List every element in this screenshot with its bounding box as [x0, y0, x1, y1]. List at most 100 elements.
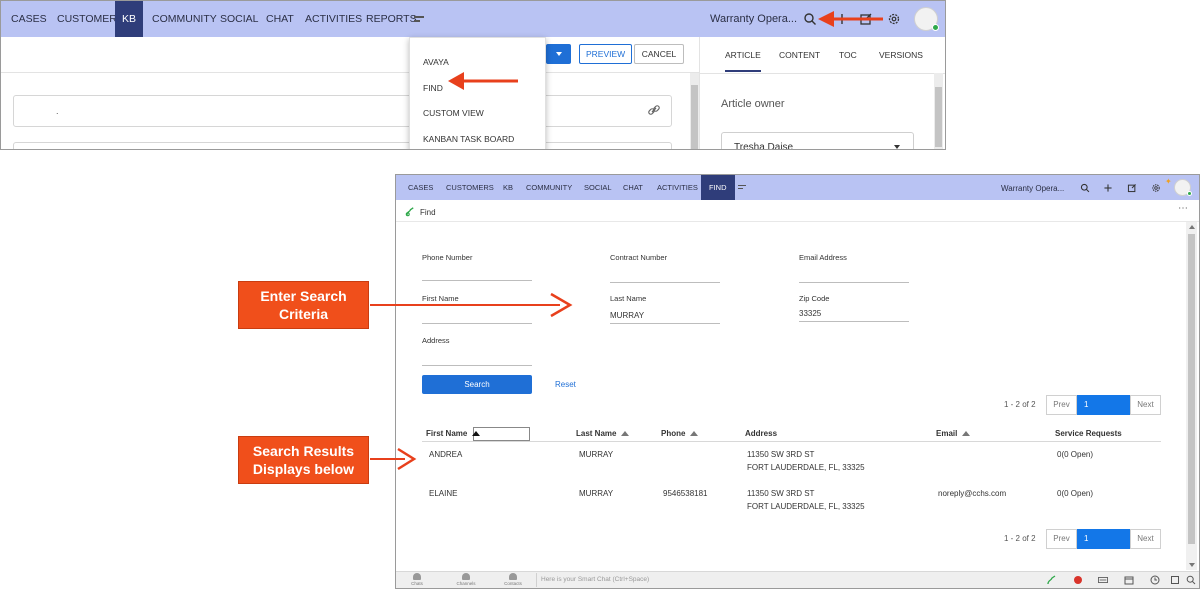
current-page[interactable]: 1 [1077, 529, 1130, 549]
tab-article[interactable]: ARTICLE [725, 50, 761, 72]
prev-page-button[interactable]: Prev [1046, 395, 1077, 415]
prev-page-button[interactable]: Prev [1046, 529, 1077, 549]
nav-tab-community[interactable]: COMMUNITY [521, 175, 577, 200]
callout-line: Displays below [252, 461, 355, 477]
record-icon[interactable] [1073, 575, 1083, 585]
zip-code-input[interactable]: 33325 [799, 308, 909, 322]
nav-tab-kb[interactable]: KB [115, 1, 144, 37]
contract-number-input[interactable] [610, 269, 720, 283]
avatar[interactable] [914, 7, 939, 31]
external-link-icon[interactable] [1127, 183, 1137, 193]
article-title-field[interactable]: . [13, 95, 672, 127]
menu-item-find[interactable]: FIND [423, 83, 443, 93]
tab-toc[interactable]: TOC [839, 50, 857, 60]
channels-button[interactable]: Channels [453, 573, 479, 586]
nav-tab-kb[interactable]: KB [498, 175, 518, 200]
sort-icon[interactable] [690, 431, 699, 437]
article-owner-label: Article owner [721, 98, 785, 110]
find-icon[interactable] [1047, 575, 1057, 585]
add-icon[interactable] [1103, 183, 1113, 193]
sort-icon[interactable] [962, 431, 971, 437]
search-icon[interactable] [1080, 183, 1090, 193]
current-page[interactable]: 1 [1077, 395, 1130, 415]
article-owner-select[interactable]: Tresha Daise [721, 132, 914, 149]
find-page-screenshot: CASES CUSTOMERS KB COMMUNITY SOCIAL CHAT… [395, 174, 1200, 589]
first-name-input[interactable] [422, 310, 532, 324]
col-header-email[interactable]: Email [936, 429, 971, 438]
last-name-input[interactable]: MURRAY [610, 310, 720, 324]
sort-asc-icon[interactable] [472, 431, 481, 437]
nav-tab-social[interactable]: SOCIAL [213, 1, 266, 37]
cell-service-requests: 0(0 Open) [1057, 489, 1094, 498]
link-icon[interactable] [647, 103, 661, 117]
search-icon[interactable] [803, 12, 817, 26]
result-count: 1 - 2 of 2 [1004, 400, 1036, 409]
cell-address-line2: FORT LAUDERDALE, FL, 33325 [747, 463, 865, 472]
page-title: Find [420, 208, 436, 217]
address-input[interactable] [422, 352, 532, 366]
side-panel-scrollbar[interactable] [934, 73, 943, 149]
col-header-first-name[interactable]: First Name [426, 429, 481, 438]
add-icon[interactable] [835, 12, 849, 26]
nav-tab-find[interactable]: FIND [701, 175, 735, 200]
workspace-selector[interactable]: Warranty Opera... [710, 13, 797, 25]
cell-last-name: MURRAY [579, 450, 614, 459]
nav-tab-chat[interactable]: CHAT [259, 1, 301, 37]
tab-content[interactable]: CONTENT [779, 50, 820, 60]
page-scrollbar[interactable] [1186, 222, 1197, 570]
contacts-icon [509, 573, 517, 580]
nav-tab-cases[interactable]: CASES [4, 1, 54, 37]
sort-icon[interactable] [621, 431, 630, 437]
scroll-up-icon[interactable] [1189, 225, 1195, 229]
editor-scrollbar[interactable] [690, 73, 699, 149]
calendar-icon[interactable] [1124, 575, 1134, 585]
save-dropdown-button[interactable] [546, 44, 571, 64]
workspace-selector[interactable]: Warranty Opera... [1001, 184, 1064, 193]
nav-tab-community[interactable]: COMMUNITY [145, 1, 224, 37]
reset-link[interactable]: Reset [555, 380, 576, 389]
keyboard-icon[interactable] [1098, 575, 1108, 585]
kb-editor-screenshot: CASES CUSTOMERS KB COMMUNITY SOCIAL CHAT… [0, 0, 946, 150]
zip-code-label: Zip Code [799, 294, 830, 303]
next-page-button[interactable]: Next [1130, 395, 1161, 415]
menu-item-custom-view[interactable]: CUSTOM VIEW [423, 108, 484, 118]
article-body-field[interactable] [13, 142, 672, 149]
contacts-button[interactable]: Contacts [500, 573, 526, 586]
next-page-button[interactable]: Next [1130, 529, 1161, 549]
menu-item-avaya[interactable]: AVAYA [423, 57, 449, 67]
search-button[interactable]: Search [422, 375, 532, 394]
nav-tab-customers[interactable]: CUSTOMERS [441, 175, 499, 200]
cell-address-line1: 11350 SW 3RD ST [747, 450, 815, 459]
avatar[interactable] [1174, 179, 1192, 196]
nav-tab-activities[interactable]: ACTIVITIES [652, 175, 703, 200]
cancel-button[interactable]: CANCEL [634, 44, 684, 64]
tab-versions[interactable]: VERSIONS [879, 50, 923, 60]
nav-tab-cases[interactable]: CASES [403, 175, 438, 200]
scroll-down-icon[interactable] [1189, 563, 1195, 567]
notes-icon[interactable] [1170, 575, 1180, 585]
gear-icon[interactable] [1151, 183, 1161, 193]
online-status-dot [932, 24, 939, 31]
external-link-icon[interactable] [859, 12, 873, 26]
nav-tab-social[interactable]: SOCIAL [579, 175, 617, 200]
col-header-service-requests: Service Requests [1055, 429, 1122, 438]
phone-number-input[interactable] [422, 267, 532, 281]
nav-tab-chat[interactable]: CHAT [618, 175, 648, 200]
more-options-icon[interactable]: ⋯ [1178, 203, 1189, 214]
more-menu-icon[interactable] [414, 11, 428, 27]
menu-item-kanban-task-board[interactable]: KANBAN TASK BOARD [423, 134, 514, 144]
col-header-phone[interactable]: Phone [661, 429, 699, 438]
editor-toolbar: PREVIEW CANCEL [1, 37, 699, 73]
email-address-input[interactable] [799, 269, 909, 283]
smart-chat-input[interactable]: Here is your Smart Chat (Ctrl+Space) [536, 573, 1041, 587]
scrollbar-thumb[interactable] [1188, 234, 1195, 544]
preview-button[interactable]: PREVIEW [579, 44, 633, 64]
chats-button[interactable]: Chats [404, 573, 430, 586]
search-icon[interactable] [1186, 575, 1196, 585]
more-menu-icon[interactable] [738, 185, 746, 191]
gear-icon[interactable] [887, 12, 901, 26]
clock-icon[interactable] [1150, 575, 1160, 585]
sort-indicator-box [473, 427, 530, 441]
col-header-last-name[interactable]: Last Name [576, 429, 630, 438]
col-header-address: Address [745, 429, 778, 438]
